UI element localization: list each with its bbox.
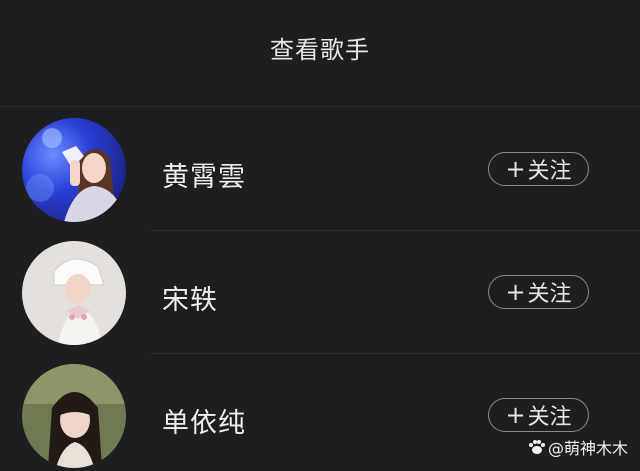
singer-row[interactable]: 黄霄雲 + 关注 — [0, 108, 640, 231]
paw-icon — [528, 440, 545, 454]
avatar[interactable] — [22, 364, 126, 468]
follow-label: 关注 — [527, 282, 572, 307]
singer-name: 黄霄雲 — [162, 162, 246, 193]
follow-label: 关注 — [527, 159, 572, 184]
follow-label: 关注 — [527, 405, 572, 430]
singer-name: 宋轶 — [162, 285, 218, 316]
page-title: 查看歌手 — [270, 36, 370, 64]
singer-list-screen: 查看歌手 黄霄雲 + 关注 宋轶 + 关注 单依纯 + 关注 @萌神木木 — [0, 0, 640, 471]
follow-button[interactable]: + 关注 — [488, 398, 589, 432]
plus-icon: + — [505, 155, 526, 183]
follow-button[interactable]: + 关注 — [488, 152, 589, 186]
follow-button[interactable]: + 关注 — [488, 275, 589, 309]
header: 查看歌手 — [0, 0, 640, 107]
watermark-text: @萌神木木 — [547, 439, 628, 458]
singer-name: 单依纯 — [162, 408, 246, 439]
watermark: @萌神木木 — [528, 435, 628, 459]
plus-icon: + — [505, 278, 526, 306]
avatar[interactable] — [22, 241, 126, 345]
avatar[interactable] — [22, 118, 126, 222]
plus-icon: + — [505, 401, 526, 429]
singer-row[interactable]: 宋轶 + 关注 — [0, 231, 640, 354]
